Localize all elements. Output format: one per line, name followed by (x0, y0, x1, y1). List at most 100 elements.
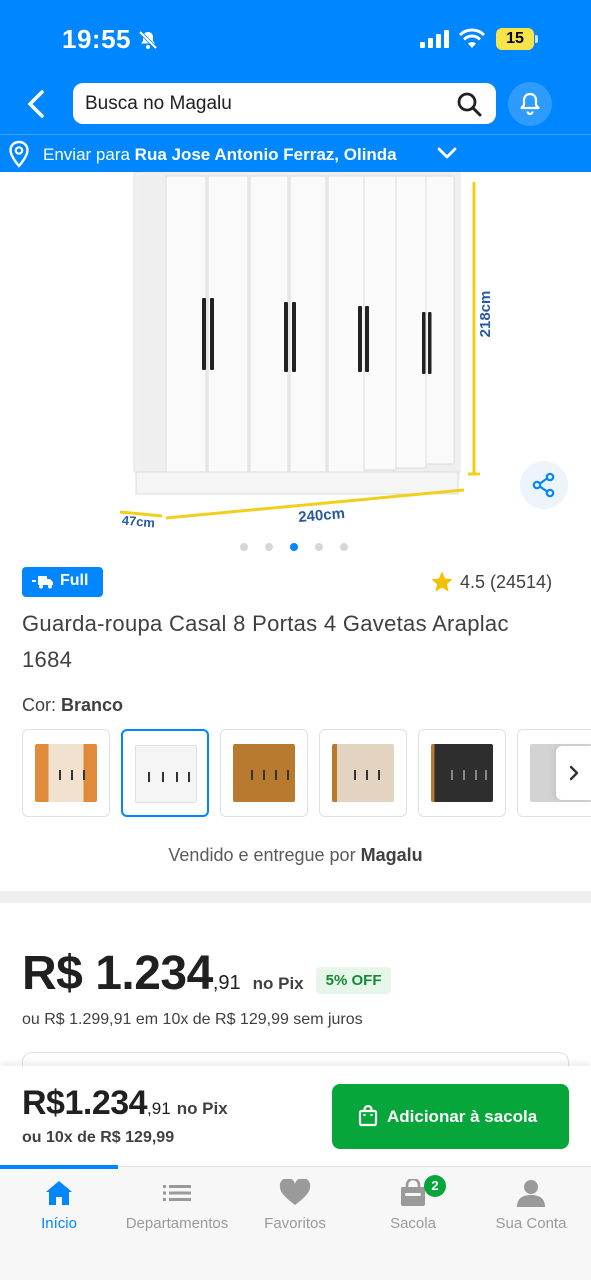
tab-label: Sua Conta (495, 1215, 567, 1232)
search-icon[interactable] (456, 91, 482, 122)
wardrobe-thumbnail (35, 744, 97, 802)
tab-label: Departamentos (125, 1215, 229, 1232)
battery-tip (535, 35, 538, 43)
address-street: Rua Jose Antonio Ferraz, Olinda (134, 145, 397, 164)
menu-list-icon (163, 1185, 191, 1201)
handle (83, 770, 85, 780)
wifi-icon (458, 28, 486, 55)
seller-info: Vendido e entregue por Magalu (0, 845, 591, 866)
product-image[interactable]: 218cm 240cm 47cm (100, 171, 520, 532)
handle (275, 770, 277, 780)
color-swatches (22, 729, 591, 817)
star-icon (431, 571, 453, 592)
cart-count-badge: 2 (424, 1175, 446, 1197)
seller-prefix: Vendido e entregue por (168, 845, 356, 865)
address-text: Enviar para Rua Jose Antonio Ferraz, Oli… (43, 145, 397, 165)
sticky-pix-label: no Pix (176, 1099, 228, 1118)
back-button[interactable] (22, 88, 54, 120)
shopping-bag-icon (358, 1105, 378, 1127)
battery-icon: 15 (496, 28, 538, 50)
swatch-amadeirado[interactable] (220, 729, 308, 817)
swatch-preto[interactable] (418, 729, 506, 817)
user-icon (517, 1180, 545, 1207)
full-badge: Full (22, 567, 103, 597)
handle (162, 772, 164, 782)
tab-label: Sacola (390, 1215, 436, 1232)
notifications-button[interactable] (508, 82, 552, 126)
swatch-branco[interactable] (121, 729, 209, 817)
add-to-bag-label: Adicionar à sacola (387, 1107, 538, 1126)
tab-inicio[interactable]: Início (0, 1167, 118, 1247)
handle (71, 770, 73, 780)
handle (378, 770, 380, 780)
location-pin-icon (6, 140, 32, 173)
truck-icon (32, 576, 53, 589)
handle (354, 770, 356, 780)
tab-label: Favoritos (264, 1215, 326, 1232)
delivery-address-bar[interactable]: Enviar para Rua Jose Antonio Ferraz, Oli… (0, 134, 591, 172)
width-dimension-label: 240cm (298, 505, 346, 526)
sticky-price-value: R$1.234 (22, 1084, 148, 1122)
sticky-installment: ou 10x de R$ 129,99 (22, 1129, 175, 1146)
price-value: R$ 1.234 (22, 947, 213, 1000)
swatch-bege[interactable] (319, 729, 407, 817)
price-cents: ,91 (212, 972, 241, 994)
bell-icon (520, 92, 540, 116)
handle (451, 770, 453, 780)
tab-sua-conta[interactable]: Sua Conta (472, 1167, 590, 1247)
carousel-dots (240, 543, 348, 551)
installment-text: ou R$ 1.299,91 em 10x de R$ 129,99 sem j… (22, 1011, 363, 1028)
sticky-price-cents: ,91 (147, 1099, 171, 1118)
price-block: R$ 1.234 ,91 no Pix 5% OFF (22, 946, 392, 1001)
carousel-dot[interactable] (240, 543, 248, 551)
home-icon (46, 1181, 72, 1205)
chevron-right-icon (569, 765, 579, 781)
tab-departamentos[interactable]: Departamentos (118, 1167, 236, 1247)
battery-level: 15 (496, 28, 534, 50)
handle (148, 772, 150, 782)
handle (59, 770, 61, 780)
add-to-bag-button[interactable]: Adicionar à sacola (332, 1084, 569, 1149)
share-button[interactable] (520, 461, 568, 509)
product-rating[interactable]: 4.5 (24514) (430, 570, 552, 594)
handle (188, 772, 190, 782)
swatch-laranja[interactable] (22, 729, 110, 817)
bottom-tab-bar: Início Departamentos Favoritos 2 Sacola … (0, 1165, 591, 1280)
wardrobe-thumbnail (332, 744, 394, 802)
product-title: Guarda-roupa Casal 8 Portas 4 Gavetas Ar… (22, 611, 509, 672)
tab-favoritos[interactable]: Favoritos (236, 1167, 354, 1247)
handle (485, 770, 487, 780)
chevron-down-icon[interactable] (436, 145, 458, 166)
heart-icon (279, 1179, 311, 1205)
carousel-dot[interactable] (315, 543, 323, 551)
sticky-price: R$1.234 ,91 no Pix (22, 1084, 228, 1123)
sticky-buy-bar: R$1.234 ,91 no Pix ou 10x de R$ 129,99 A… (0, 1066, 591, 1166)
handle (475, 770, 477, 780)
handle (251, 770, 253, 780)
carousel-dot-active[interactable] (290, 543, 298, 551)
carousel-dot[interactable] (265, 543, 273, 551)
handle (366, 770, 368, 780)
tab-label: Início (41, 1215, 77, 1232)
search-placeholder: Busca no Magalu (85, 93, 232, 114)
search-input[interactable]: Busca no Magalu (73, 83, 496, 124)
handle (176, 772, 178, 782)
section-divider (0, 891, 591, 903)
carousel-dot[interactable] (340, 543, 348, 551)
signal-icon (420, 30, 450, 53)
price-pix-label: no Pix (252, 974, 304, 993)
swatch-next-button[interactable] (556, 746, 591, 800)
handle (263, 770, 265, 780)
color-label-prefix: Cor: (22, 695, 57, 715)
wardrobe-thumbnail (233, 744, 295, 802)
handle (287, 770, 289, 780)
wardrobe-thumbnail (431, 744, 493, 802)
rating-text: 4.5 (24514) (460, 571, 553, 592)
share-icon (532, 472, 555, 498)
depth-dimension-label: 47cm (121, 513, 155, 531)
color-label: Cor: Branco (22, 695, 123, 716)
wardrobe-thumbnail (135, 745, 197, 803)
full-badge-label: Full (60, 572, 89, 589)
color-value: Branco (61, 695, 124, 715)
tab-sacola[interactable]: 2 Sacola (354, 1167, 472, 1247)
